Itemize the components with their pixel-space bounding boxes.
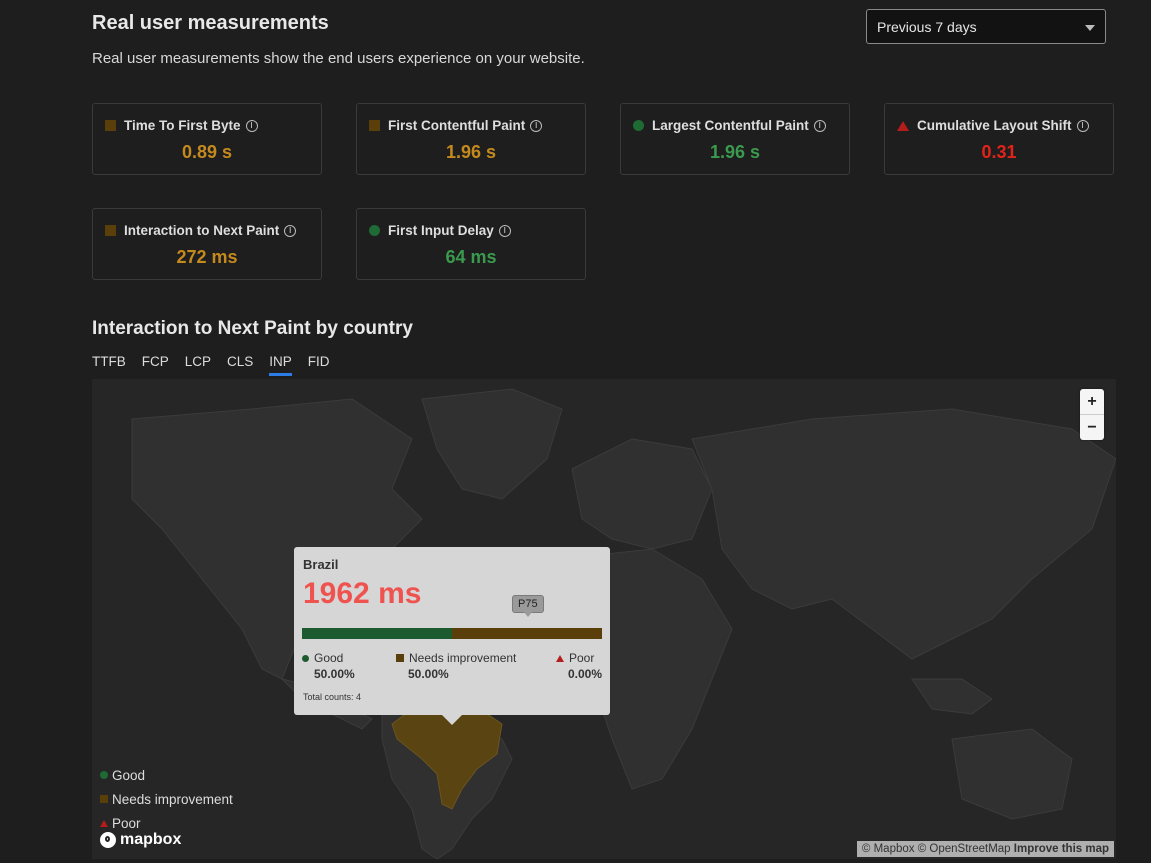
distribution-needs-segment xyxy=(452,628,602,639)
metric-card-fid[interactable]: First Input Delay i 64 ms xyxy=(356,208,586,280)
metric-value: 0.89 s xyxy=(181,142,233,162)
circle-icon xyxy=(100,771,108,779)
metric-label: Largest Contentful Paint xyxy=(652,118,809,133)
metric-label: Cumulative Layout Shift xyxy=(917,118,1072,133)
metric-label: Time To First Byte xyxy=(124,118,241,133)
p75-marker: P75 xyxy=(512,595,544,617)
square-icon xyxy=(105,225,116,236)
circle-icon xyxy=(369,225,380,236)
metric-label: First Contentful Paint xyxy=(388,118,526,133)
osm-attribution-link[interactable]: © OpenStreetMap xyxy=(918,843,1011,855)
tooltip-legend-needs: Needs improvement 50.00% xyxy=(396,651,516,681)
tab-fid[interactable]: FID xyxy=(308,354,330,376)
tooltip-country: Brazil xyxy=(303,557,339,572)
distribution-good-segment xyxy=(302,628,452,639)
date-range-value: Previous 7 days xyxy=(877,18,977,35)
page-title: Real user measurements xyxy=(92,12,329,34)
metric-card-ttfb[interactable]: Time To First Byte i 0.89 s xyxy=(92,103,322,175)
legend-percent: 0.00% xyxy=(568,667,603,681)
zoom-in-button[interactable]: + xyxy=(1080,389,1104,415)
tab-ttfb[interactable]: TTFB xyxy=(92,354,126,376)
country-tooltip: Brazil 1962 ms P75 Good 50.00% Needs imp… xyxy=(294,547,610,725)
date-range-select[interactable]: Previous 7 days xyxy=(866,9,1106,44)
total-counts: Total counts: 4 xyxy=(303,692,362,702)
info-icon[interactable]: i xyxy=(530,119,543,132)
metric-card-lcp[interactable]: Largest Contentful Paint i 1.96 s xyxy=(620,103,850,175)
legend-percent: 50.00% xyxy=(314,667,355,681)
tooltip-legend-poor: Poor 0.00% xyxy=(556,651,602,681)
legend-poor: Poor xyxy=(112,815,141,831)
info-icon[interactable]: i xyxy=(284,224,297,237)
mapbox-attribution-link[interactable]: © Mapbox xyxy=(862,843,915,855)
legend-good: Good xyxy=(112,767,146,783)
metric-label: First Input Delay xyxy=(388,223,494,238)
legend-label: Good xyxy=(314,651,344,665)
metric-card-cls[interactable]: Cumulative Layout Shift i 0.31 xyxy=(884,103,1114,175)
square-icon xyxy=(105,120,116,131)
circle-icon xyxy=(633,120,644,131)
improve-map-link[interactable]: Improve this map xyxy=(1014,843,1109,855)
tab-fcp[interactable]: FCP xyxy=(142,354,169,376)
tab-inp[interactable]: INP xyxy=(269,354,292,376)
chevron-down-icon xyxy=(1085,25,1095,31)
metric-value: 0.31 xyxy=(981,142,1017,162)
landmass-asia xyxy=(691,408,1116,660)
metric-tabs: TTFB FCP LCP CLS INP FID xyxy=(92,354,330,376)
metric-value: 1.96 s xyxy=(445,142,497,162)
map-attribution: © Mapbox © OpenStreetMap Improve this ma… xyxy=(856,841,1114,857)
info-icon[interactable]: i xyxy=(498,224,511,237)
distribution-bar xyxy=(302,628,602,639)
square-icon xyxy=(369,120,380,131)
world-map[interactable]: + − Brazil 1962 ms P75 Good 50.00% Needs… xyxy=(92,379,1116,859)
metric-value: 1.96 s xyxy=(709,142,761,162)
square-icon xyxy=(100,795,108,803)
info-icon[interactable]: i xyxy=(1076,119,1089,132)
metric-value: 64 ms xyxy=(445,247,497,267)
info-icon[interactable]: i xyxy=(245,119,258,132)
circle-icon xyxy=(302,654,309,662)
legend-percent: 50.00% xyxy=(408,667,449,681)
mapbox-icon xyxy=(100,832,116,848)
landmass-europe xyxy=(571,438,713,550)
legend-label: Needs improvement xyxy=(409,651,517,665)
zoom-out-button[interactable]: − xyxy=(1080,415,1104,440)
triangle-icon xyxy=(100,819,108,827)
tab-cls[interactable]: CLS xyxy=(227,354,253,376)
metric-card-fcp[interactable]: First Contentful Paint i 1.96 s xyxy=(356,103,586,175)
mapbox-logo-text: mapbox xyxy=(120,831,182,848)
zoom-controls: + − xyxy=(1080,389,1104,440)
landmass-southeast-asia xyxy=(911,678,993,715)
metric-label: Interaction to Next Paint xyxy=(124,223,280,238)
legend-label: Poor xyxy=(569,651,595,665)
mapbox-logo[interactable]: mapbox xyxy=(100,831,181,849)
triangle-icon xyxy=(556,654,564,662)
tooltip-legend-good: Good 50.00% xyxy=(302,651,355,681)
triangle-icon xyxy=(897,120,909,131)
section-title: Interaction to Next Paint by country xyxy=(92,318,413,339)
legend-needs: Needs improvement xyxy=(112,791,233,807)
info-icon[interactable]: i xyxy=(813,119,826,132)
metric-value: 272 ms xyxy=(176,247,238,267)
landmass-australia xyxy=(951,728,1073,820)
map-legend: Good Needs improvement Poor xyxy=(100,763,233,835)
tooltip-value: 1962 ms xyxy=(303,577,422,610)
page-subtitle: Real user measurements show the end user… xyxy=(92,50,585,67)
landmass-greenland xyxy=(421,388,563,500)
tab-lcp[interactable]: LCP xyxy=(185,354,211,376)
metric-card-inp[interactable]: Interaction to Next Paint i 272 ms xyxy=(92,208,322,280)
square-icon xyxy=(396,654,404,662)
